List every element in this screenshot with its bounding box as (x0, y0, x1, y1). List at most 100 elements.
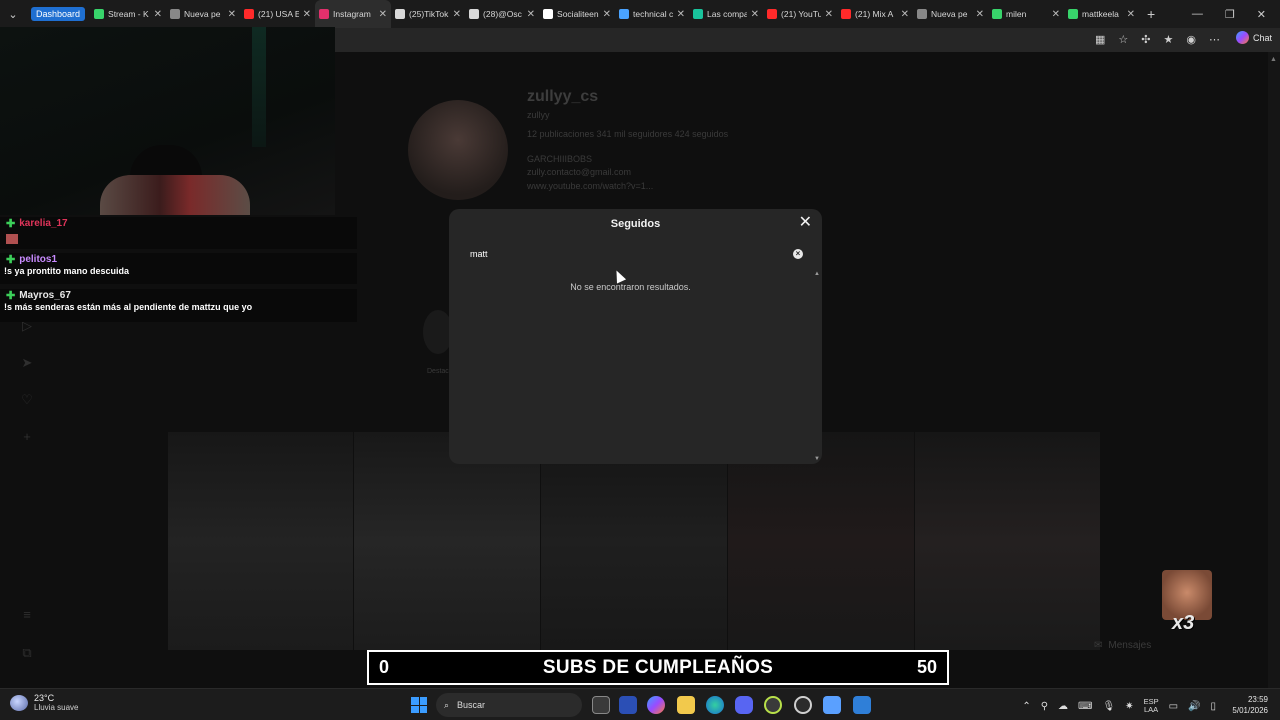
browser-tab[interactable]: (25)TikTok ✕ (391, 0, 465, 28)
browser-tab[interactable]: milen ✕ (988, 0, 1064, 28)
post-thumbnail[interactable] (728, 432, 914, 650)
xbox-icon[interactable] (764, 696, 782, 714)
close-tab-icon[interactable]: ✕ (527, 9, 535, 20)
browser-tab[interactable]: Las compa ✕ (689, 0, 763, 28)
close-tab-icon[interactable]: ✕ (825, 9, 833, 20)
close-tab-icon[interactable]: ✕ (976, 9, 984, 20)
post-thumbnail[interactable] (915, 432, 1100, 650)
direct-send-icon[interactable]: ➤ (19, 355, 35, 371)
close-tab-icon[interactable]: ✕ (901, 9, 909, 20)
widgets-icon[interactable] (619, 696, 637, 714)
taskbar-clock[interactable]: 23:59 5/01/2026 (1232, 694, 1268, 716)
show-hidden-icons-chevron-icon[interactable]: ⌃ (1022, 701, 1030, 712)
input-language[interactable]: ESP LAA (1144, 698, 1159, 714)
weather-widget[interactable]: 23°C Lluvia suave (10, 693, 78, 712)
close-icon[interactable]: ✕ (799, 215, 812, 231)
windows-taskbar: 23°C Lluvia suave ⌕ Buscar ⌃ ⚲ ☁ ⌨ 🎙 ✷ E… (0, 688, 1280, 720)
search-input[interactable] (461, 245, 791, 263)
close-tab-icon[interactable]: ✕ (303, 9, 311, 20)
favorite-star-icon[interactable]: ☆ (1118, 33, 1128, 46)
task-view-icon[interactable] (592, 696, 610, 714)
browser-tab[interactable]: (28)@Osc ✕ (465, 0, 539, 28)
battery-icon[interactable]: ▯ (1210, 701, 1216, 712)
system-tray: ⌃ ⚲ ☁ ⌨ 🎙 ✷ ESP LAA ▭ 🔊 ▯ (1022, 698, 1216, 714)
copilot-chat-button[interactable]: Chat (1235, 31, 1272, 44)
post-thumbnail[interactable] (354, 432, 540, 650)
browser-tab[interactable]: (21) YouTu ✕ (763, 0, 837, 28)
tab-title: Socialiteen (557, 9, 599, 19)
browser-tab[interactable]: Socialiteen ✕ (539, 0, 615, 28)
menu-lines-icon[interactable]: ≡ (19, 607, 35, 623)
list-scroll-down-icon[interactable]: ▼ (814, 456, 820, 462)
more-apps-icon[interactable]: ⧉ (19, 645, 35, 661)
window-controls: — ❐ ✕ (1192, 8, 1280, 21)
profile-username: zullyy_cs (527, 88, 599, 105)
file-explorer-icon[interactable] (677, 696, 695, 714)
toolbar-icons: ▦ ☆ ✣ ★ ◉ ⋯ (1095, 33, 1220, 46)
onedrive-cloud-icon[interactable]: ☁ (1058, 701, 1068, 712)
tab-title: Nueva pe (184, 9, 221, 19)
photos-icon[interactable] (853, 696, 871, 714)
post-thumbnail[interactable] (168, 432, 353, 650)
close-tab-icon[interactable]: ✕ (677, 9, 685, 20)
page-scrollbar[interactable] (1268, 52, 1280, 720)
search-box: × (461, 245, 810, 263)
browser-tab[interactable]: Nueva pe ✕ (913, 0, 988, 28)
subs-current-count: 0 (379, 657, 390, 677)
tabs-list: Stream - K ✕ Nueva pe ✕ (21) USA E ✕ Instagram… (90, 0, 1139, 28)
volume-icon[interactable]: 🔊 (1188, 701, 1200, 712)
browser-tab[interactable]: (21) USA E ✕ (240, 0, 315, 28)
minimize-icon[interactable]: — (1192, 8, 1203, 21)
meet-now-icon[interactable]: ⌨ (1078, 701, 1092, 712)
copilot-app-icon[interactable] (647, 696, 665, 714)
close-window-icon[interactable]: ✕ (1257, 8, 1266, 21)
edge-browser-icon[interactable] (706, 696, 724, 714)
browser-tab[interactable]: Stream - K ✕ (90, 0, 166, 28)
close-tab-icon[interactable]: ✕ (1052, 9, 1060, 20)
tab-actions-chevron-icon[interactable]: ⌄ (0, 0, 26, 28)
split-screen-icon[interactable]: ▦ (1095, 33, 1105, 46)
more-menu-icon[interactable]: ⋯ (1209, 33, 1220, 46)
browser-tab[interactable]: Instagram ✕ (315, 0, 392, 28)
tab-title: Nueva pe (931, 9, 968, 19)
browser-tab[interactable]: Nueva pe ✕ (166, 0, 240, 28)
scroll-up-arrow-icon[interactable]: ▲ (1270, 56, 1277, 63)
windows-start-icon[interactable] (411, 697, 427, 713)
close-tab-icon[interactable]: ✕ (751, 9, 759, 20)
tab-favicon-icon (170, 9, 181, 19)
post-thumbnail[interactable] (541, 432, 727, 650)
discord-icon[interactable] (735, 696, 753, 714)
heart-icon[interactable]: ♡ (19, 392, 35, 408)
close-tab-icon[interactable]: ✕ (379, 9, 387, 20)
taskbar-search-box[interactable]: ⌕ Buscar (436, 693, 582, 717)
close-tab-icon[interactable]: ✕ (453, 9, 461, 20)
file-icon[interactable] (823, 696, 841, 714)
obs-icon[interactable] (794, 696, 812, 714)
extensions-icon[interactable]: ✣ (1141, 33, 1150, 46)
microphone-icon[interactable]: 🎙 (1102, 701, 1115, 712)
network-icon[interactable]: ⚲ (1041, 701, 1048, 712)
browser-tab[interactable]: technical c ✕ (615, 0, 689, 28)
create-plus-icon[interactable]: + (19, 429, 35, 445)
close-tab-icon[interactable]: ✕ (603, 9, 611, 20)
close-tab-icon[interactable]: ✕ (228, 9, 236, 20)
brightness-icon[interactable]: ✷ (1125, 701, 1133, 712)
profile-avatar-icon[interactable]: ◉ (1186, 33, 1196, 46)
close-tab-icon[interactable]: ✕ (154, 9, 162, 20)
display-icon[interactable]: ▭ (1169, 701, 1178, 712)
list-scroll-up-icon[interactable]: ▲ (814, 271, 820, 277)
tab-favicon-icon (543, 9, 554, 19)
browser-tab[interactable]: (21) Mix A ✕ (837, 0, 913, 28)
clear-search-icon[interactable]: × (793, 249, 803, 259)
message-bubble-icon: ✉ (1094, 640, 1103, 651)
tab-favicon-icon (767, 9, 778, 19)
messages-button[interactable]: ✉ Mensajes (1094, 640, 1151, 651)
browser-tab[interactable]: mattkeela ✕ (1064, 0, 1139, 28)
close-tab-icon[interactable]: ✕ (1127, 9, 1135, 20)
tab-favicon-icon (619, 9, 630, 19)
restore-icon[interactable]: ❐ (1225, 8, 1235, 21)
new-tab-plus-icon[interactable]: + (1139, 6, 1163, 22)
copilot-icon (1235, 31, 1249, 44)
tab-group-label[interactable]: Dashboard (31, 7, 86, 21)
favorites-icon[interactable]: ★ (1164, 33, 1174, 46)
